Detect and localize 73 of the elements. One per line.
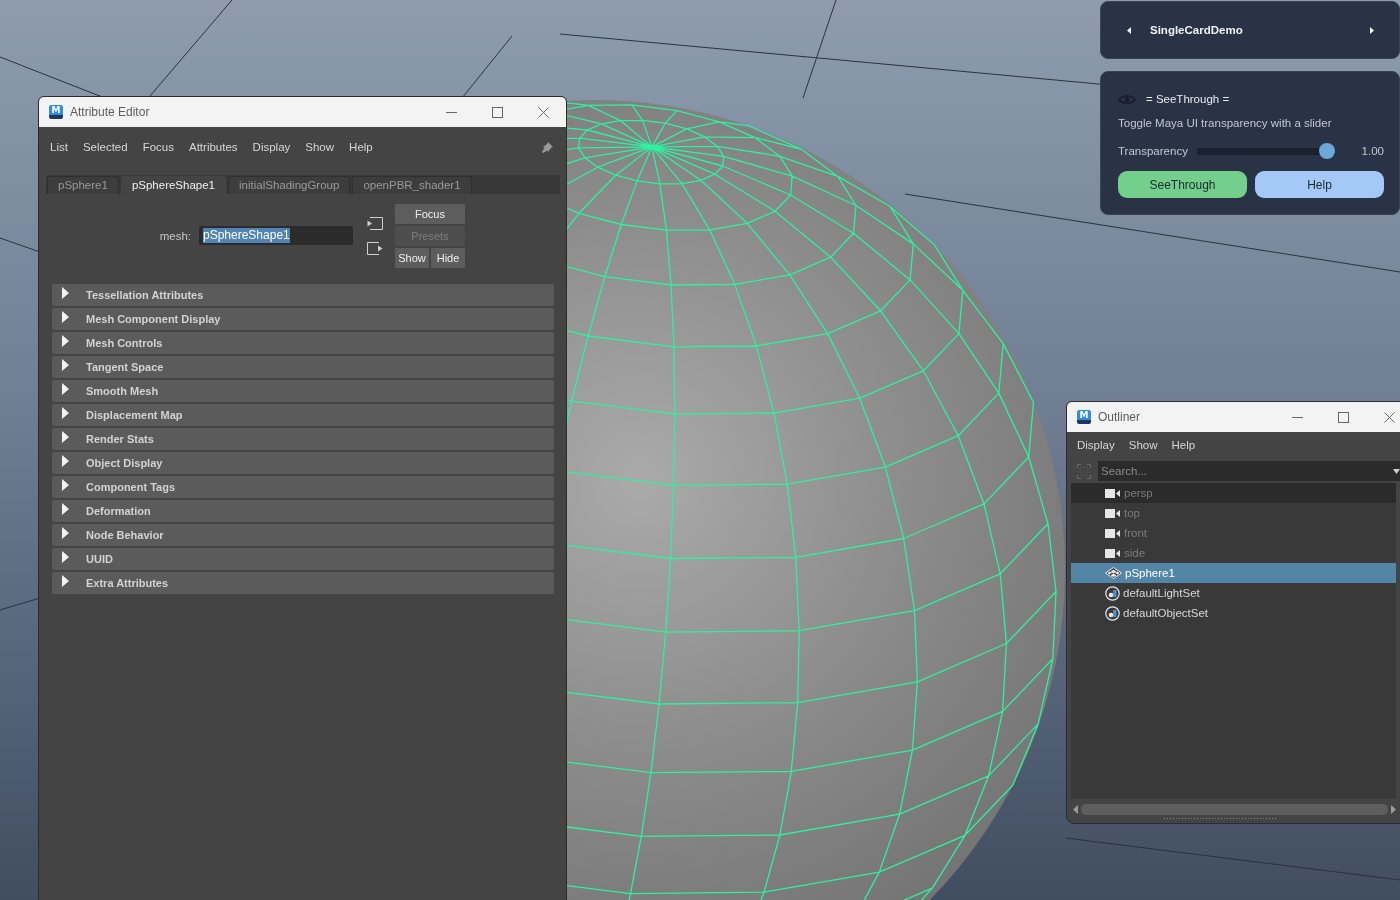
window-title: Attribute Editor (70, 105, 150, 119)
slider-label: Transparency (1118, 145, 1188, 157)
scrollbar-thumb[interactable] (1081, 803, 1388, 815)
maximize-icon[interactable] (1337, 411, 1349, 423)
pin-icon[interactable] (542, 141, 553, 153)
menu-item[interactable]: Display (1077, 439, 1115, 451)
menu-item[interactable]: Help (1171, 439, 1196, 451)
section-header[interactable]: Mesh Controls (52, 332, 554, 354)
section-header[interactable]: Tessellation Attributes (52, 284, 554, 306)
camera-icon (1105, 508, 1121, 518)
search-field[interactable]: Search... (1098, 461, 1400, 481)
tab[interactable]: pSphereShape1 (120, 176, 226, 194)
slider-thumb[interactable] (1318, 143, 1335, 159)
close-icon[interactable] (1383, 411, 1395, 423)
menu-item[interactable]: Show (1128, 439, 1158, 451)
circle-set-icon (1105, 605, 1120, 621)
tool-button[interactable]: Show (395, 248, 429, 268)
outliner-item[interactable]: side (1071, 543, 1396, 563)
section-header[interactable]: Extra Attributes (52, 572, 554, 594)
section-header[interactable]: Tangent Space (52, 356, 554, 378)
section-header[interactable]: Render Stats (52, 428, 554, 450)
window-title: Outliner (1098, 410, 1141, 424)
help-button[interactable]: Help (1255, 171, 1384, 198)
outliner-item[interactable]: pSphere1 (1071, 563, 1396, 583)
diamond-grid-icon (1105, 567, 1122, 579)
section-header[interactable]: Deformation (52, 500, 554, 522)
triangle-right-icon[interactable] (1370, 26, 1374, 34)
outliner-item[interactable]: front (1071, 523, 1396, 543)
outliner-item[interactable]: defaultObjectSet (1071, 603, 1396, 623)
toggle-button[interactable]: SeeThrough (1118, 171, 1247, 198)
caret-down-icon[interactable] (1393, 469, 1400, 474)
section-header[interactable]: UUID (52, 548, 554, 570)
minimize-icon[interactable] (1291, 416, 1303, 418)
app-logo: M (49, 105, 63, 119)
card-description: Toggle Maya UI transparency with a slider (1118, 116, 1333, 131)
camera-icon (1105, 528, 1121, 538)
menu-item[interactable]: Show (305, 141, 335, 153)
triangle-left-icon[interactable] (1127, 26, 1131, 34)
section-header[interactable]: Node Behavior (52, 524, 554, 546)
card-heading: = SeeThrough = (1146, 93, 1230, 105)
section-header[interactable]: Component Tags (52, 476, 554, 498)
field-label: mesh: (159, 230, 191, 242)
eye-icon (1118, 93, 1136, 105)
tool-button[interactable]: Hide (431, 248, 465, 268)
circle-set-icon (1105, 585, 1120, 601)
minimize-icon[interactable] (445, 111, 457, 113)
section-header[interactable]: Object Display (52, 452, 554, 474)
box-arrow-in-icon[interactable] (367, 217, 383, 230)
box-arrow-out-icon[interactable] (367, 242, 383, 255)
close-icon[interactable] (537, 106, 549, 118)
tab[interactable]: pSphere1 (47, 176, 119, 194)
menu-item[interactable]: Selected (82, 141, 128, 153)
tab[interactable]: initialShadingGroup (228, 176, 351, 194)
maximize-icon[interactable] (491, 106, 503, 118)
tab[interactable]: openPBR_shader1 (352, 176, 472, 194)
menu-item[interactable]: List (50, 141, 68, 153)
mesh-field[interactable]: pSphereShape1 (199, 225, 353, 245)
menu-item[interactable]: Focus (142, 141, 174, 153)
slider-value: 1.00 (1361, 145, 1384, 157)
outliner-item[interactable]: persp (1071, 483, 1396, 503)
card-title: SingleCardDemo (1150, 24, 1243, 36)
menu-item[interactable]: Display (252, 141, 291, 153)
menu-item[interactable]: Attributes (189, 141, 238, 153)
outliner-item[interactable]: top (1071, 503, 1396, 523)
app-logo: M (1077, 410, 1091, 424)
section-header[interactable]: Mesh Component Display (52, 308, 554, 330)
camera-icon (1105, 548, 1121, 558)
camera-icon (1105, 488, 1121, 498)
outliner-item[interactable]: defaultLightSet (1071, 583, 1396, 603)
menu-item[interactable]: Help (349, 141, 373, 153)
section-header[interactable]: Displacement Map (52, 404, 554, 426)
section-header[interactable]: Smooth Mesh (52, 380, 554, 402)
tool-button[interactable]: Focus (395, 204, 465, 224)
